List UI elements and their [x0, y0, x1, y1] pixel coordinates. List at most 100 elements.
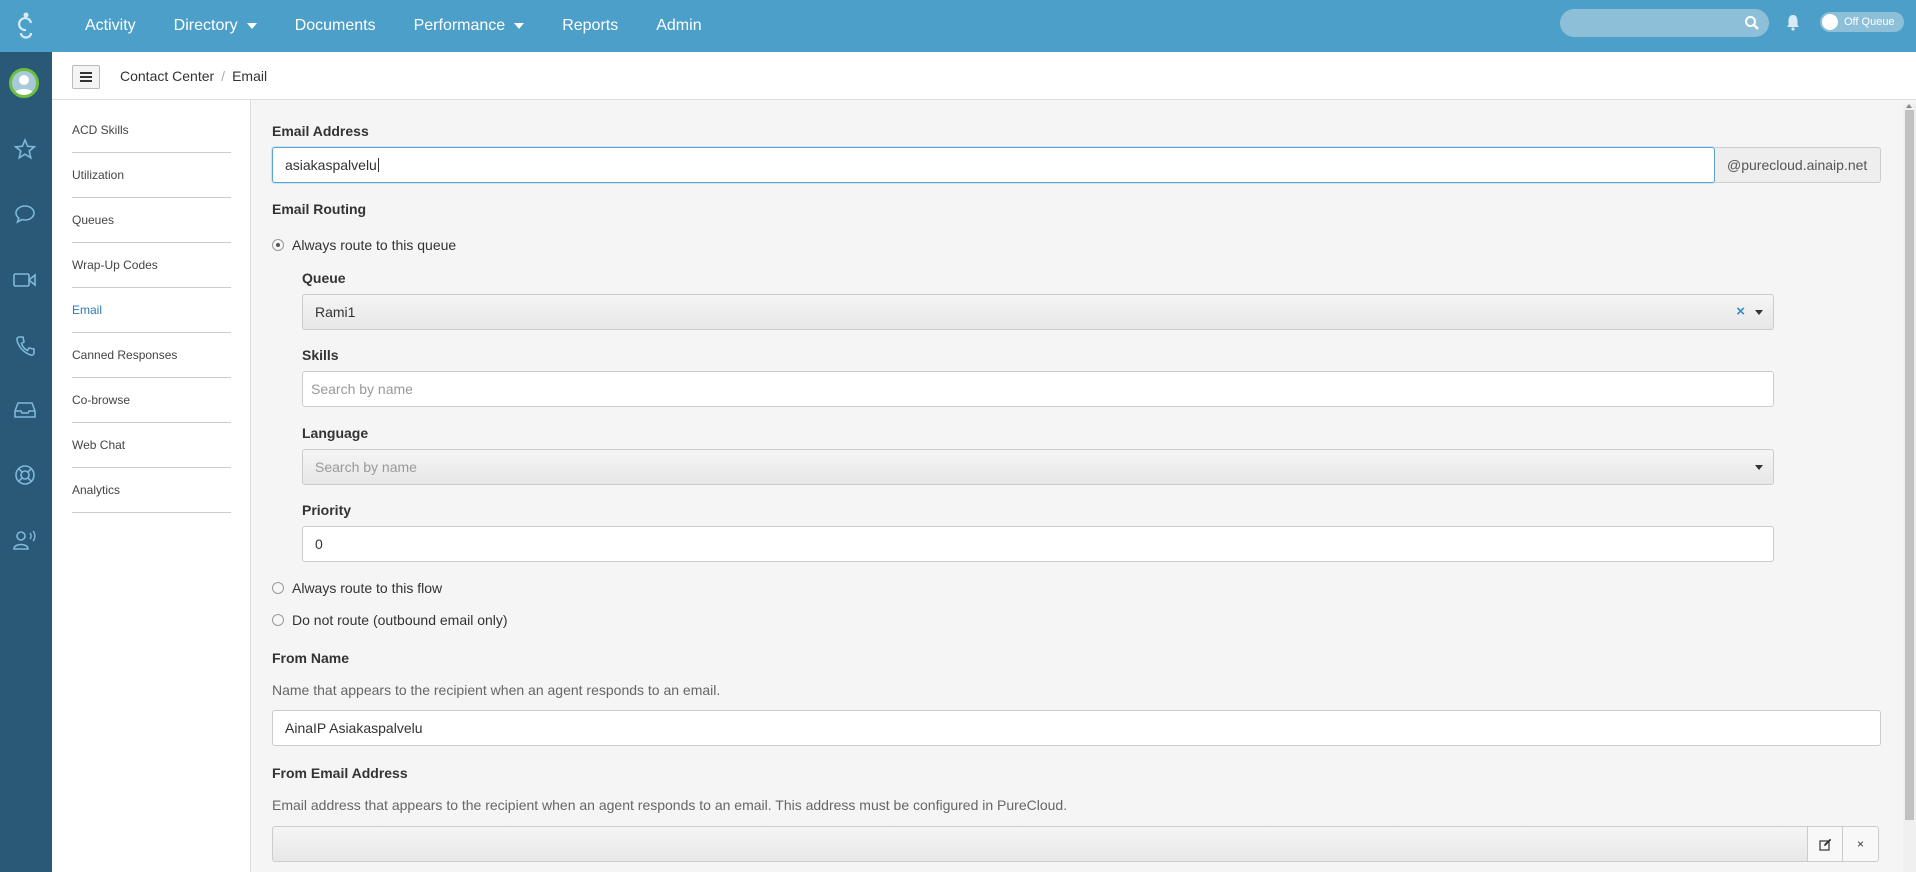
- email-address-input[interactable]: asiakaspalvelu: [272, 147, 1715, 183]
- global-search-input[interactable]: [1560, 9, 1769, 37]
- clear-from-email-button[interactable]: ×: [1843, 826, 1879, 862]
- top-navigation-bar: Activity Directory Documents Performance…: [0, 0, 1916, 52]
- radio-button[interactable]: [272, 239, 284, 251]
- email-domain-addon: @purecloud.ainaip.net: [1715, 147, 1881, 183]
- breadcrumb: Contact Center / Email: [120, 68, 267, 84]
- subnav-label: Utilization: [72, 168, 125, 182]
- subnav-item-co-browse[interactable]: Co-browse: [72, 378, 231, 423]
- user-voice-icon[interactable]: [12, 527, 38, 553]
- email-routing-label: Email Routing: [272, 201, 367, 217]
- route-to-queue-label: Always route to this queue: [292, 237, 457, 253]
- star-icon[interactable]: [12, 136, 38, 162]
- skills-search-input[interactable]: Search by name: [302, 371, 1774, 407]
- from-name-value: AinaIP Asiakaspalvelu: [285, 720, 423, 736]
- queue-status-toggle[interactable]: Off Queue: [1820, 12, 1904, 32]
- from-email-address-input[interactable]: [272, 826, 1808, 862]
- subnav-item-wrap-up-codes[interactable]: Wrap-Up Codes: [72, 243, 231, 288]
- skills-label: Skills: [302, 347, 339, 363]
- from-email-help-text: Email address that appears to the recipi…: [272, 797, 1068, 813]
- priority-label: Priority: [302, 502, 352, 518]
- edit-from-email-button[interactable]: [1807, 826, 1843, 862]
- email-settings-form: Email Address asiakaspalvelu @purecloud.…: [252, 100, 1902, 872]
- video-icon[interactable]: [12, 267, 38, 293]
- nav-label: Activity: [85, 17, 136, 34]
- subnav-item-analytics[interactable]: Analytics: [72, 468, 231, 513]
- subnav-item-utilization[interactable]: Utilization: [72, 153, 231, 198]
- queue-select[interactable]: Rami1 ×: [302, 294, 1774, 330]
- close-icon: ×: [1856, 837, 1864, 851]
- queue-status-label: Off Queue: [1844, 16, 1895, 28]
- priority-input[interactable]: 0: [302, 526, 1774, 562]
- search-icon[interactable]: [1744, 15, 1760, 34]
- from-name-label: From Name: [272, 650, 350, 666]
- left-rail: [0, 52, 52, 872]
- contact-center-subnav: ACD Skills Utilization Queues Wrap-Up Co…: [52, 100, 251, 872]
- toggle-knob: [1822, 14, 1838, 30]
- chevron-down-icon[interactable]: [1755, 465, 1763, 470]
- language-select[interactable]: Search by name: [302, 449, 1774, 485]
- route-to-flow-radio[interactable]: Always route to this flow: [272, 580, 442, 596]
- subnav-item-acd-skills[interactable]: ACD Skills: [72, 108, 231, 153]
- from-name-input[interactable]: AinaIP Asiakaspalvelu: [272, 710, 1881, 746]
- page-header: Contact Center / Email: [52, 52, 1916, 100]
- subnav-label: Wrap-Up Codes: [72, 258, 158, 272]
- route-to-queue-radio[interactable]: Always route to this queue: [272, 237, 456, 253]
- chevron-down-icon: [514, 23, 525, 29]
- bell-icon[interactable]: [1785, 13, 1801, 34]
- do-not-route-label: Do not route (outbound email only): [292, 612, 508, 628]
- skills-placeholder: Search by name: [311, 381, 413, 397]
- subnav-label: Analytics: [72, 483, 121, 497]
- subnav-label: Co-browse: [72, 393, 131, 407]
- nav-documents[interactable]: Documents: [276, 0, 395, 52]
- nav-label: Performance: [413, 17, 506, 34]
- clear-icon[interactable]: ×: [1736, 303, 1745, 320]
- subnav-item-canned-responses[interactable]: Canned Responses: [72, 333, 231, 378]
- language-label: Language: [302, 425, 369, 441]
- route-to-flow-label: Always route to this flow: [292, 580, 443, 596]
- queue-value: Rami1: [315, 304, 356, 320]
- radio-button[interactable]: [272, 614, 284, 626]
- email-address-value: asiakaspalvelu: [285, 157, 377, 173]
- breadcrumb-parent[interactable]: Contact Center: [120, 68, 214, 84]
- nav-activity[interactable]: Activity: [66, 0, 155, 52]
- hamburger-icon: [80, 72, 92, 82]
- edit-icon: [1818, 838, 1831, 851]
- chat-icon[interactable]: [12, 201, 38, 227]
- avatar[interactable]: [9, 68, 39, 98]
- inbox-icon[interactable]: [12, 397, 38, 423]
- lifebuoy-icon[interactable]: [12, 462, 38, 488]
- nav-label: Directory: [173, 17, 238, 34]
- phone-icon[interactable]: [12, 333, 38, 359]
- subnav-item-queues[interactable]: Queues: [72, 198, 231, 243]
- subnav-label: Queues: [72, 213, 115, 227]
- text-cursor: [377, 158, 379, 172]
- chevron-down-icon[interactable]: [1755, 310, 1763, 315]
- main-nav: Activity Directory Documents Performance…: [66, 0, 721, 52]
- nav-directory[interactable]: Directory: [155, 0, 276, 52]
- subnav-label: Canned Responses: [72, 348, 178, 362]
- nav-performance[interactable]: Performance: [395, 0, 544, 52]
- radio-button[interactable]: [272, 582, 284, 594]
- do-not-route-radio[interactable]: Do not route (outbound email only): [272, 612, 508, 628]
- nav-reports[interactable]: Reports: [543, 0, 637, 52]
- nav-admin[interactable]: Admin: [637, 0, 720, 52]
- nav-label: Admin: [656, 17, 702, 34]
- scroll-up-arrow-icon[interactable]: [1906, 104, 1912, 108]
- subnav-item-web-chat[interactable]: Web Chat: [72, 423, 231, 468]
- subnav-label: Web Chat: [72, 438, 126, 452]
- page-scrollbar[interactable]: [1903, 104, 1916, 872]
- genesys-logo-icon[interactable]: [0, 0, 52, 52]
- priority-value: 0: [315, 536, 323, 552]
- hamburger-menu-button[interactable]: [72, 65, 100, 89]
- queue-label: Queue: [302, 270, 346, 286]
- nav-label: Documents: [294, 17, 376, 34]
- from-name-help-text: Name that appears to the recipient when …: [272, 682, 721, 698]
- breadcrumb-separator: /: [221, 68, 226, 84]
- chevron-down-icon: [246, 23, 257, 29]
- email-address-label: Email Address: [272, 123, 369, 139]
- subnav-label: ACD Skills: [72, 123, 129, 137]
- nav-label: Reports: [562, 17, 619, 34]
- scrollbar-thumb[interactable]: [1905, 110, 1914, 820]
- subnav-item-email[interactable]: Email: [72, 288, 231, 333]
- breadcrumb-current: Email: [232, 68, 268, 84]
